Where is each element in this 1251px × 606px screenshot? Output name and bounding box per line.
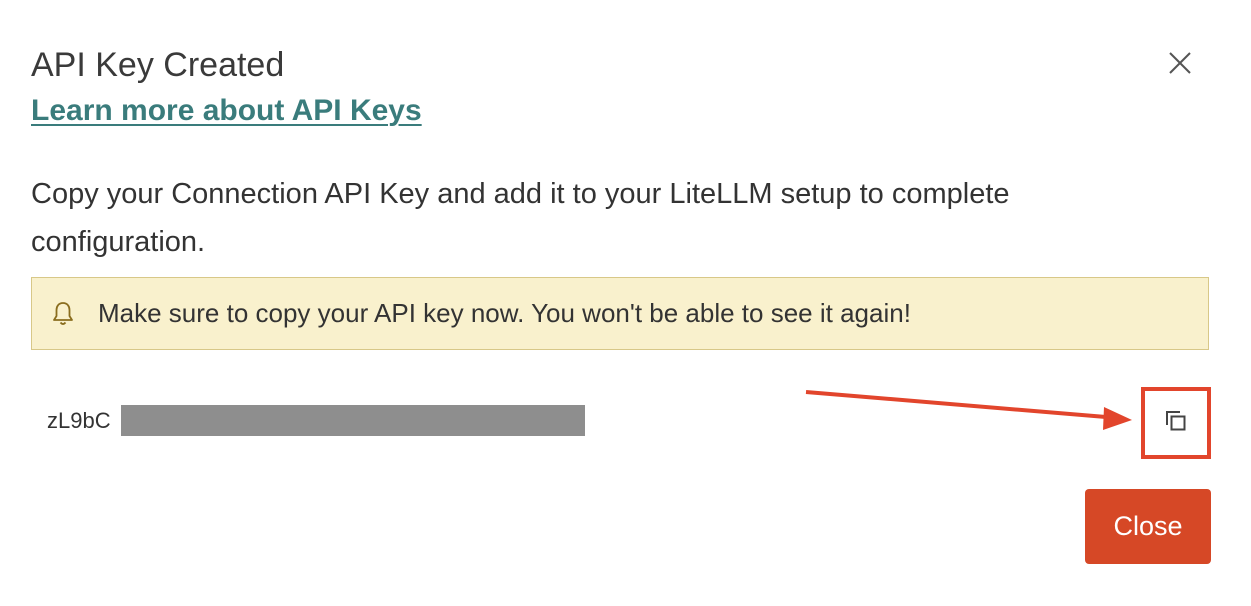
dialog-description: Copy your Connection API Key and add it … — [31, 178, 1010, 258]
close-icon[interactable] — [1164, 47, 1196, 79]
dialog-title: API Key Created — [31, 46, 285, 84]
copy-icon — [1164, 409, 1188, 438]
api-key-visible-prefix: zL9bC — [47, 408, 111, 433]
warning-alert: Make sure to copy your API key now. You … — [31, 277, 1209, 350]
warning-text: Make sure to copy your API key now. You … — [98, 298, 911, 328]
bell-icon — [52, 299, 78, 329]
copy-api-key-button[interactable] — [1160, 407, 1192, 439]
api-key-redacted-block — [121, 405, 585, 436]
api-key-created-dialog: API Key Created Learn more about API Key… — [0, 0, 1251, 606]
learn-more-api-keys-link[interactable]: Learn more about API Keys — [31, 94, 422, 128]
close-button[interactable]: Close — [1085, 489, 1211, 564]
annotation-arrow — [805, 390, 1132, 430]
